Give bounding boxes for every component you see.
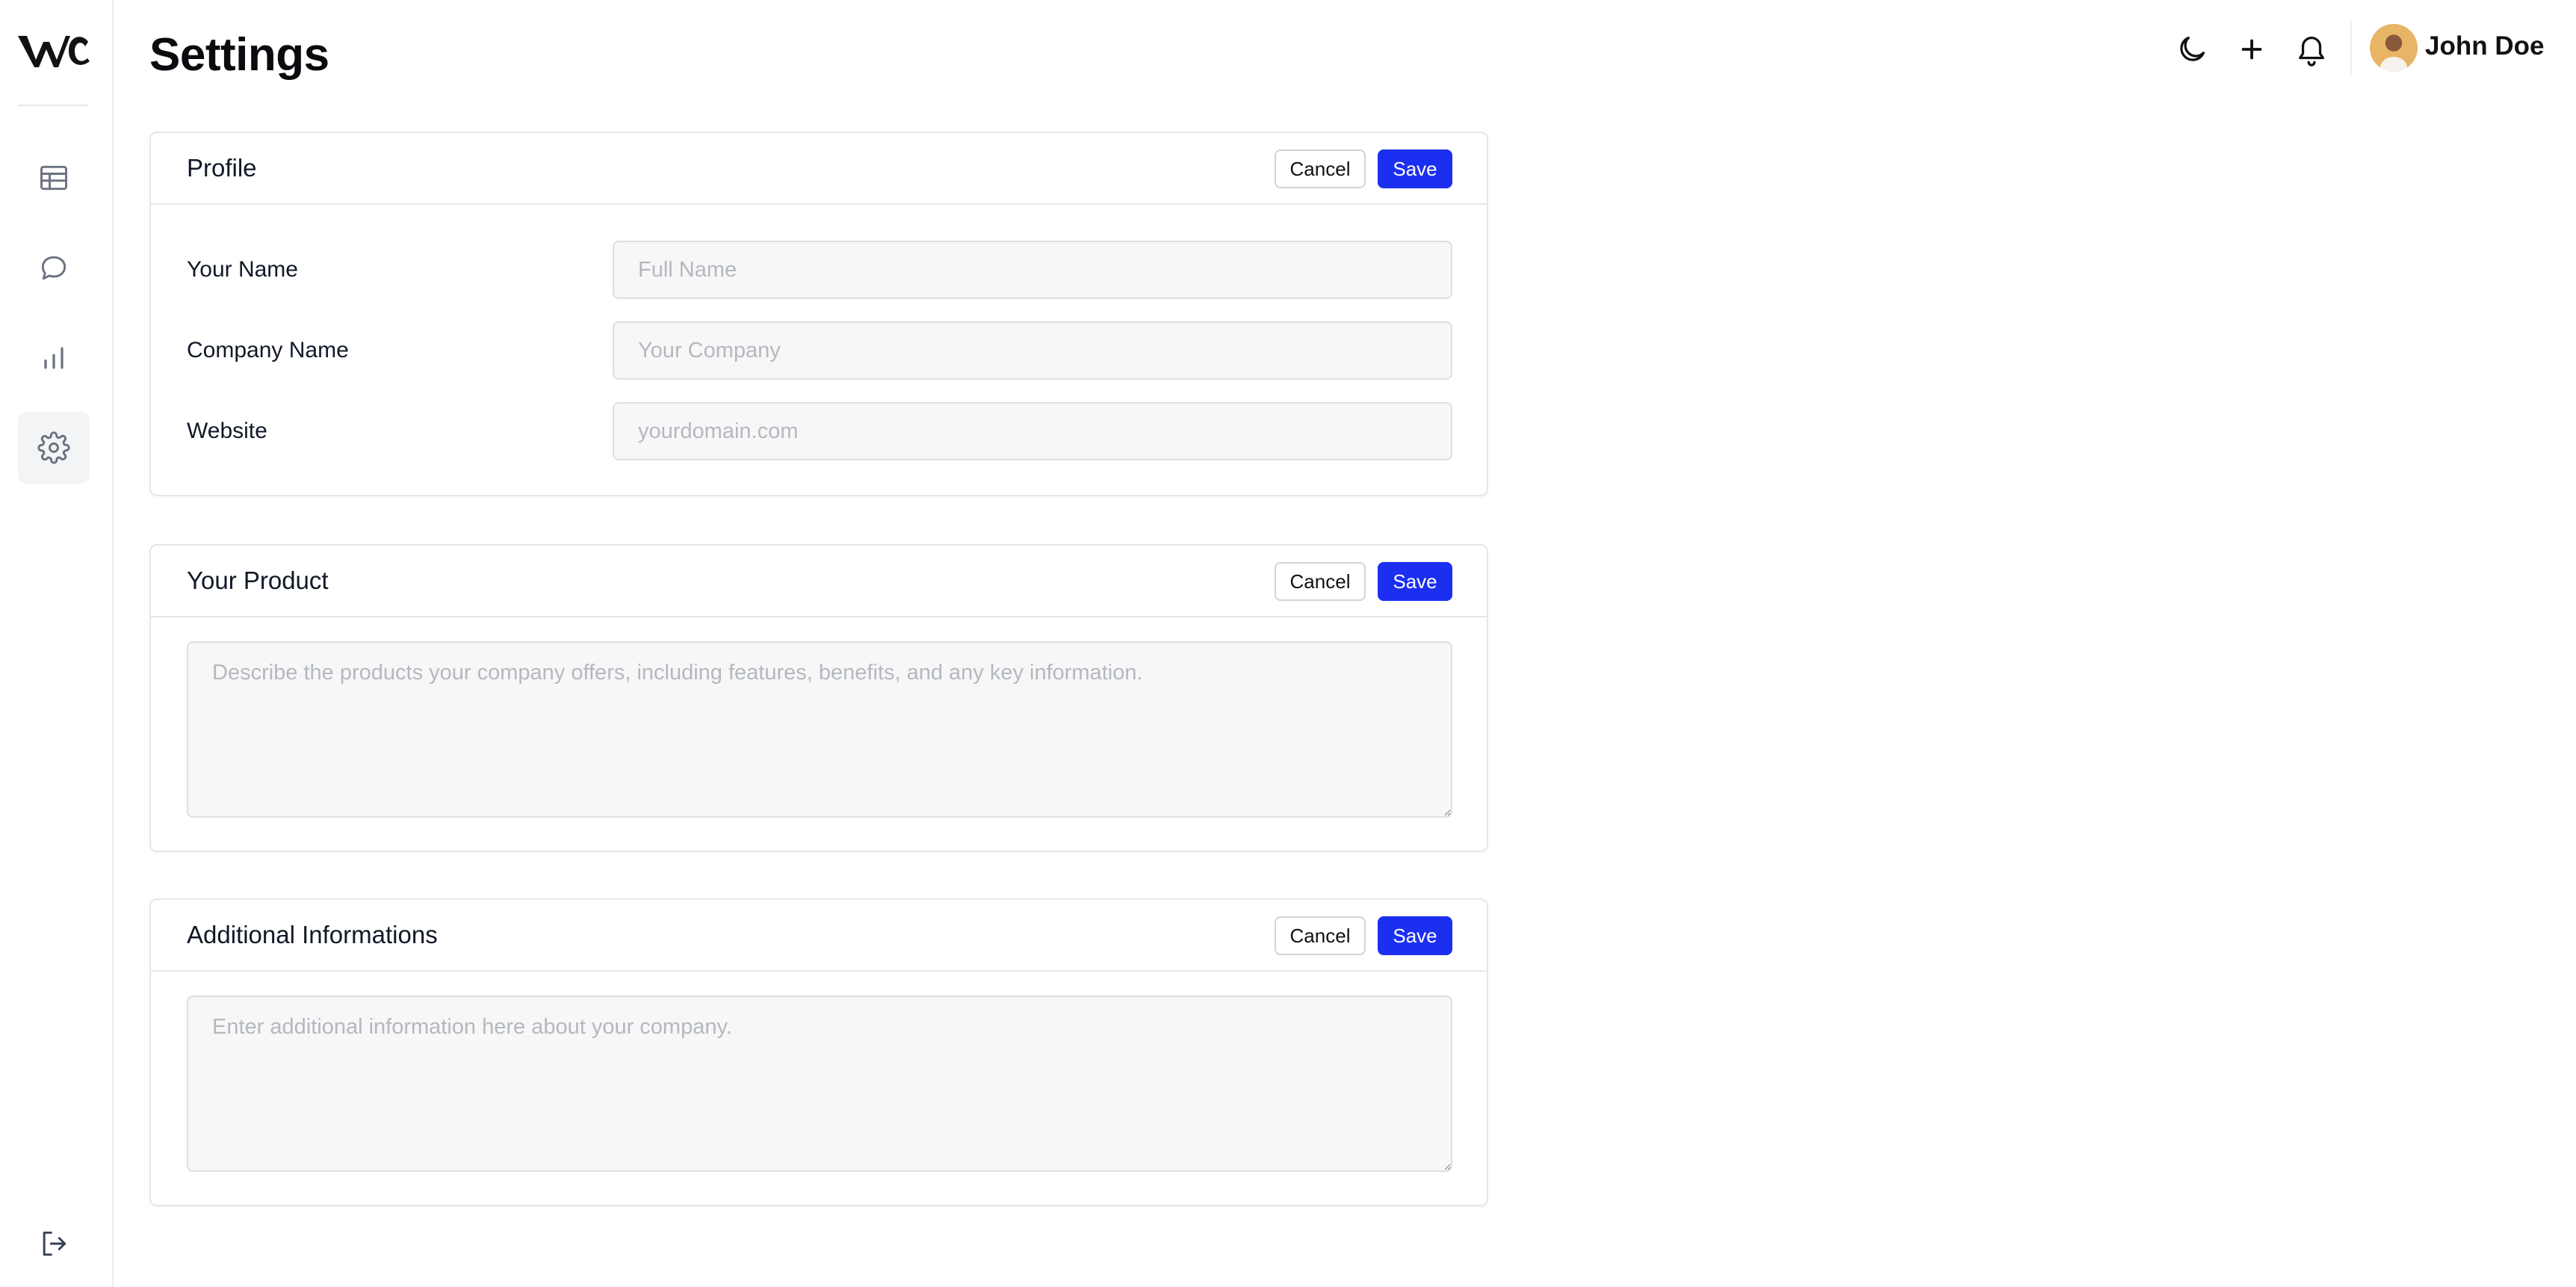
product-card-header: Your Product Cancel Save (151, 546, 1487, 617)
your-name-row: Your Name (187, 241, 1452, 299)
chat-bubble-icon (41, 256, 66, 280)
settings-app: Settings John Doe Profile Cancel Save Yo… (0, 0, 2576, 1287)
sidebar (0, 0, 114, 1287)
additional-info-card-title: Additional Informations (187, 921, 438, 948)
company-name-row: Company Name (187, 321, 1452, 380)
product-card-title: Your Product (187, 567, 329, 594)
sidebar-item-messages[interactable] (18, 232, 90, 304)
avatar[interactable] (2370, 24, 2418, 72)
brand-logo[interactable] (16, 30, 91, 72)
plus-icon (2241, 39, 2262, 60)
add-button[interactable] (2234, 31, 2270, 67)
table-icon (40, 165, 67, 191)
product-save-button[interactable]: Save (1378, 562, 1452, 601)
sidebar-divider (18, 105, 88, 106)
profile-card-title: Profile (187, 154, 257, 182)
profile-cancel-button[interactable]: Cancel (1275, 149, 1366, 188)
page-title: Settings (149, 29, 329, 81)
gear-icon (37, 431, 70, 464)
bar-chart-icon (44, 347, 64, 369)
product-card: Your Product Cancel Save (149, 544, 1488, 852)
product-description-textarea[interactable] (187, 641, 1452, 818)
sidebar-item-settings[interactable] (18, 412, 90, 484)
sidebar-item-analytics[interactable] (18, 322, 90, 394)
additional-info-card: Additional Informations Cancel Save (149, 898, 1488, 1206)
header-divider (2350, 21, 2352, 75)
bell-icon (2299, 37, 2324, 67)
logout-button[interactable] (18, 1208, 90, 1280)
product-cancel-button[interactable]: Cancel (1275, 562, 1366, 601)
moon-icon (2180, 37, 2205, 61)
website-input[interactable] (613, 402, 1452, 460)
notifications-button[interactable] (2294, 31, 2329, 67)
additional-save-button[interactable]: Save (1378, 916, 1452, 955)
logout-icon (43, 1231, 66, 1256)
user-name[interactable]: John Doe (2425, 31, 2544, 61)
your-name-input[interactable] (613, 241, 1452, 299)
sidebar-item-tables[interactable] (18, 142, 90, 214)
profile-save-button[interactable]: Save (1378, 149, 1452, 188)
profile-card: Profile Cancel Save Your Name Company Na… (149, 132, 1488, 496)
company-name-input[interactable] (613, 321, 1452, 380)
website-label: Website (187, 419, 267, 443)
top-actions: John Doe (2158, 21, 2576, 75)
company-name-label: Company Name (187, 338, 349, 362)
your-name-label: Your Name (187, 257, 298, 282)
additional-info-card-header: Additional Informations Cancel Save (151, 900, 1487, 972)
theme-toggle-button[interactable] (2174, 31, 2210, 67)
additional-cancel-button[interactable]: Cancel (1275, 916, 1366, 955)
profile-card-header: Profile Cancel Save (151, 133, 1487, 205)
additional-info-textarea[interactable] (187, 996, 1452, 1172)
website-row: Website (187, 402, 1452, 460)
